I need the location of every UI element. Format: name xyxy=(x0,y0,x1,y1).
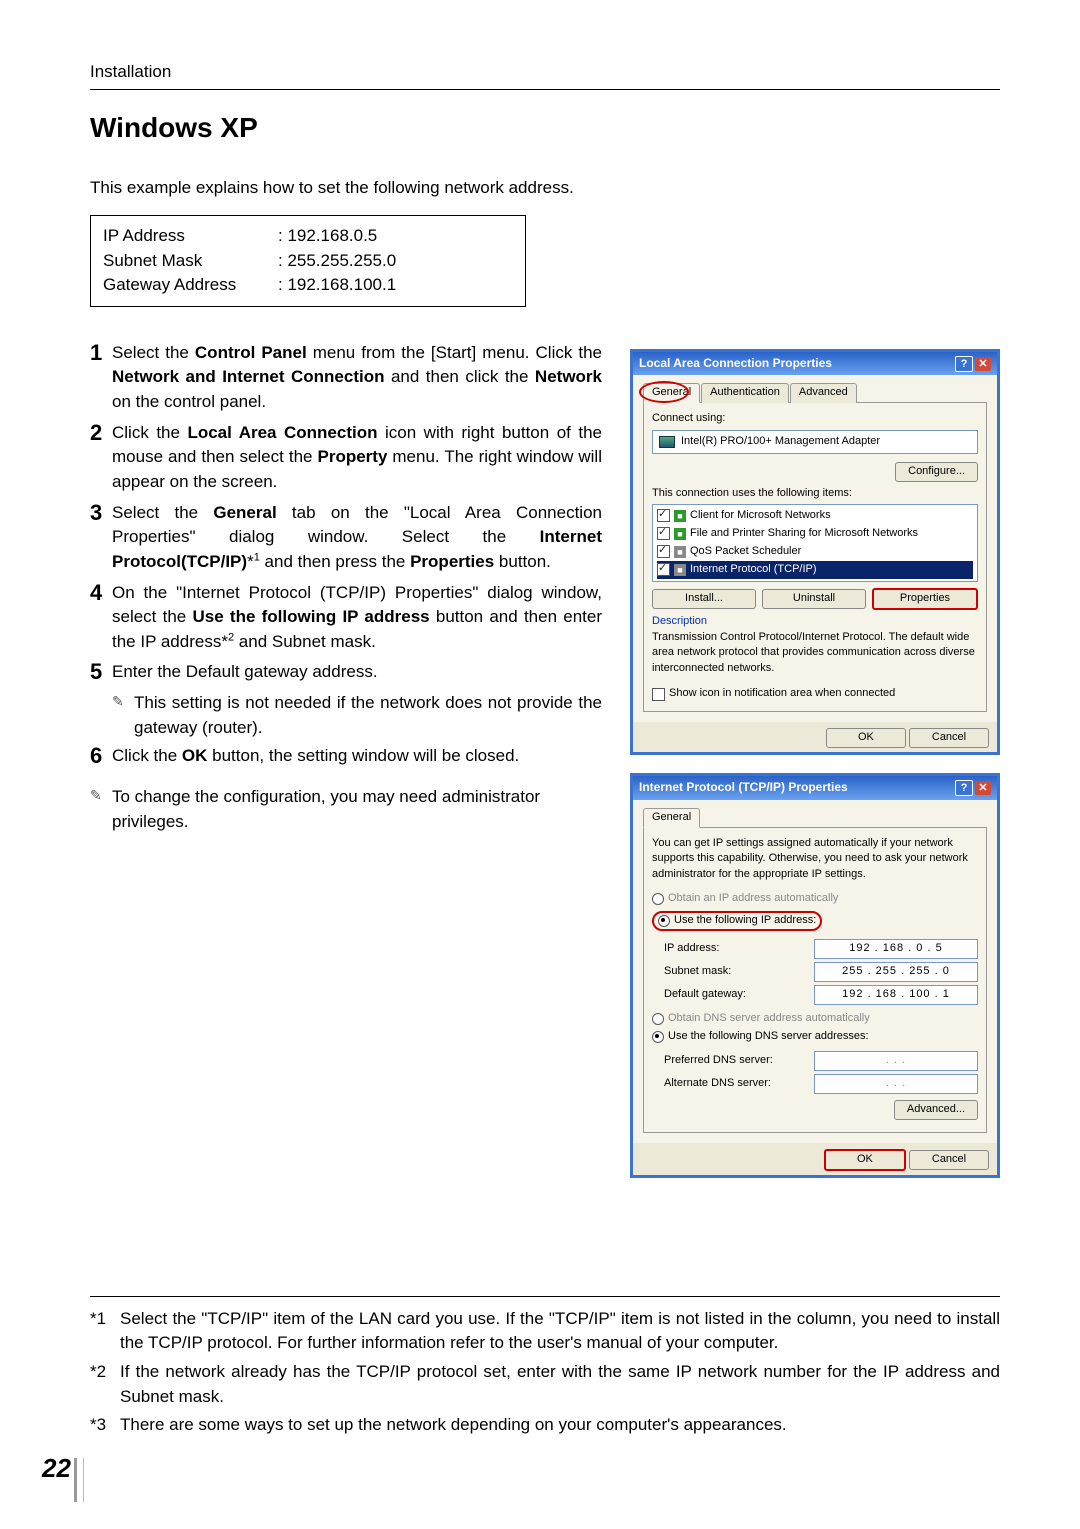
items-label: This connection uses the following items… xyxy=(652,486,978,502)
page-number: 22 xyxy=(42,1450,71,1488)
admin-note-text: To change the configuration, you may nee… xyxy=(112,785,602,834)
ok-button[interactable]: OK xyxy=(824,1149,906,1171)
client-icon: ■ xyxy=(674,510,686,522)
ok-button[interactable]: OK xyxy=(826,728,906,748)
step-num: 2 xyxy=(90,421,112,495)
nic-icon xyxy=(659,436,675,448)
tab-general[interactable]: General xyxy=(643,383,700,403)
fn-marker: *1 xyxy=(90,1307,120,1356)
step-num: 6 xyxy=(90,744,112,769)
cancel-button[interactable]: Cancel xyxy=(909,728,989,748)
preferred-dns-input[interactable]: . . . xyxy=(814,1051,978,1071)
step-5-note-text: This setting is not needed if the networ… xyxy=(134,691,602,740)
properties-button[interactable]: Properties xyxy=(872,588,978,610)
step-num: 3 xyxy=(90,501,112,575)
checkbox-icon[interactable] xyxy=(657,509,670,522)
radio-use-dns[interactable] xyxy=(652,1031,664,1043)
ip-address-label: IP Address xyxy=(103,224,278,249)
qos-icon: ■ xyxy=(674,546,686,558)
step-num: 4 xyxy=(90,581,112,655)
fn-marker: *2 xyxy=(90,1360,120,1409)
subnet-mask-input[interactable]: 255 . 255 . 255 . 0 xyxy=(814,962,978,982)
fn-text: There are some ways to set up the networ… xyxy=(120,1413,787,1438)
configure-button[interactable]: Configure... xyxy=(895,462,978,482)
step-body: Click the OK button, the setting window … xyxy=(112,744,602,769)
step-num: 5 xyxy=(90,660,112,685)
uninstall-button[interactable]: Uninstall xyxy=(762,589,866,609)
radio-use-ip[interactable] xyxy=(658,915,670,927)
ip-address-value: : 192.168.0.5 xyxy=(278,224,377,249)
note-icon: ✎ xyxy=(112,691,134,740)
tcpip-dialog-title: Internet Protocol (TCP/IP) Properties xyxy=(639,779,848,796)
step-5-note: ✎ This setting is not needed if the netw… xyxy=(112,691,602,740)
intro-text: This example explains how to set the fol… xyxy=(90,176,1000,201)
adapter-name: Intel(R) PRO/100+ Management Adapter xyxy=(681,434,880,450)
admin-note: ✎ To change the configuration, you may n… xyxy=(90,785,602,834)
tab-authentication[interactable]: Authentication xyxy=(701,383,789,403)
description-text: Transmission Control Protocol/Internet P… xyxy=(652,630,978,678)
step-body: Select the General tab on the "Local Are… xyxy=(112,501,602,575)
tcpip-icon: ■ xyxy=(674,564,686,576)
step-num: 1 xyxy=(90,341,112,415)
note-icon: ✎ xyxy=(90,785,112,834)
lan-properties-dialog: Local Area Connection Properties ?✕ Gene… xyxy=(630,349,1000,755)
step-body: Click the Local Area Connection icon wit… xyxy=(112,421,602,495)
gateway-label: Gateway Address xyxy=(103,273,278,298)
fn-marker: *3 xyxy=(90,1413,120,1438)
subnet-mask-label: Subnet mask: xyxy=(664,964,814,980)
close-icon[interactable]: ✕ xyxy=(975,357,991,371)
radio-obtain-dns xyxy=(652,1013,664,1025)
checkbox-icon[interactable] xyxy=(657,527,670,540)
fn-text: If the network already has the TCP/IP pr… xyxy=(120,1360,1000,1409)
default-gateway-input[interactable]: 192 . 168 . 100 . 1 xyxy=(814,985,978,1005)
cancel-button[interactable]: Cancel xyxy=(909,1150,989,1170)
connection-items-list[interactable]: ■Client for Microsoft Networks ■File and… xyxy=(652,504,978,582)
page-side-mark xyxy=(74,1458,84,1502)
footnotes: *1Select the "TCP/IP" item of the LAN ca… xyxy=(90,1296,1000,1438)
help-icon[interactable]: ? xyxy=(955,356,973,372)
step-body: On the "Internet Protocol (TCP/IP) Prope… xyxy=(112,581,602,655)
ip-address-label: IP address: xyxy=(664,941,814,957)
checkbox-icon[interactable] xyxy=(657,563,670,576)
connect-using-label: Connect using: xyxy=(652,411,978,427)
install-button[interactable]: Install... xyxy=(652,589,756,609)
ip-settings-box: IP Address: 192.168.0.5 Subnet Mask: 255… xyxy=(90,215,526,307)
steps-list: 1Select the Control Panel menu from the … xyxy=(90,341,602,685)
step-body: Select the Control Panel menu from the [… xyxy=(112,341,602,415)
tcpip-properties-dialog: Internet Protocol (TCP/IP) Properties ?✕… xyxy=(630,773,1000,1177)
tcpip-intro: You can get IP settings assigned automat… xyxy=(652,836,978,884)
page-title: Windows XP xyxy=(90,108,1000,149)
description-heading: Description xyxy=(652,614,978,630)
alternate-dns-input[interactable]: . . . xyxy=(814,1074,978,1094)
alternate-dns-label: Alternate DNS server: xyxy=(664,1076,814,1092)
step-body: Enter the Default gateway address. xyxy=(112,660,602,685)
tab-general[interactable]: General xyxy=(643,808,700,828)
preferred-dns-label: Preferred DNS server: xyxy=(664,1053,814,1069)
lan-dialog-title: Local Area Connection Properties xyxy=(639,355,832,372)
advanced-button[interactable]: Advanced... xyxy=(894,1100,978,1120)
page-section-header: Installation xyxy=(90,60,1000,90)
tab-advanced[interactable]: Advanced xyxy=(790,383,857,403)
subnet-mask-value: : 255.255.255.0 xyxy=(278,249,396,274)
share-icon: ■ xyxy=(674,528,686,540)
help-icon[interactable]: ? xyxy=(955,780,973,796)
subnet-mask-label: Subnet Mask xyxy=(103,249,278,274)
ip-address-input[interactable]: 192 . 168 . 0 . 5 xyxy=(814,939,978,959)
default-gateway-label: Default gateway: xyxy=(664,987,814,1003)
radio-obtain-ip[interactable] xyxy=(652,893,664,905)
checkbox-icon[interactable] xyxy=(657,545,670,558)
show-icon-checkbox[interactable] xyxy=(652,688,665,701)
gateway-value: : 192.168.100.1 xyxy=(278,273,396,298)
close-icon[interactable]: ✕ xyxy=(975,781,991,795)
fn-text: Select the "TCP/IP" item of the LAN card… xyxy=(120,1307,1000,1356)
